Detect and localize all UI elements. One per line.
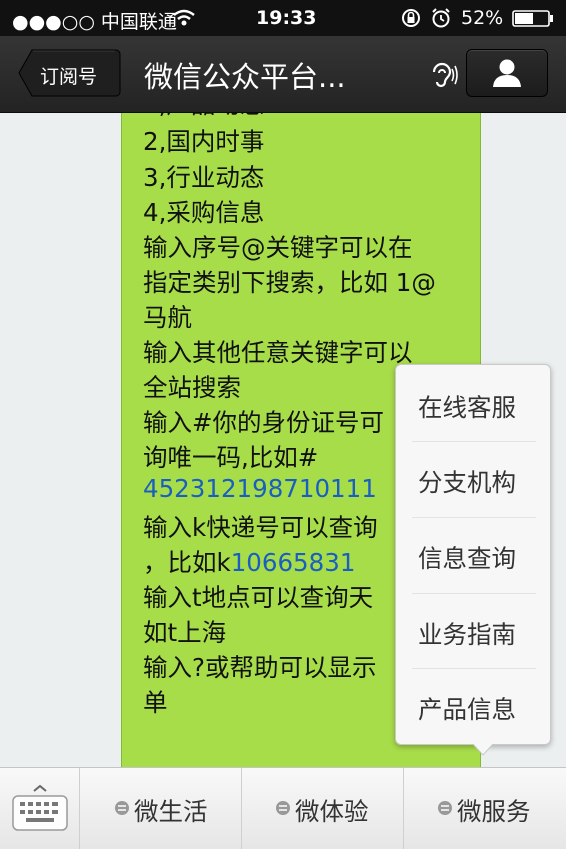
- message-line: 输入k快递号可以查询: [143, 513, 378, 542]
- keyboard-icon: [12, 784, 68, 831]
- nav-bar: 订阅号 微信公众平台...: [0, 36, 566, 113]
- menu-item-label: 产品信息: [418, 695, 516, 724]
- message-line: 如t上海: [143, 618, 227, 647]
- battery-percent: 52%: [461, 7, 504, 29]
- menu-item-label: 业务指南: [418, 620, 516, 649]
- message-text: ，比如k: [143, 548, 231, 577]
- menu-pointer-arrow: [473, 744, 493, 756]
- id-number-link[interactable]: 452312198710111: [143, 474, 377, 503]
- service-menu-popup: 在线客服 分支机构 信息查询 业务指南 产品信息: [395, 364, 551, 745]
- tab-wei-life[interactable]: 微生活: [80, 768, 240, 849]
- menu-icon: [276, 801, 290, 815]
- tab-wei-service[interactable]: 微服务: [404, 768, 566, 849]
- keyboard-toggle-button[interactable]: [0, 768, 79, 849]
- message-line: 输入?或帮助可以显示: [143, 653, 377, 682]
- message-line: 输入其他任意关键字可以: [143, 338, 413, 367]
- message-line: 输入#你的身份证号可: [143, 408, 385, 437]
- back-label: 订阅号: [40, 66, 98, 88]
- wifi-icon: [173, 9, 195, 26]
- carrier-label: ●●●○○ 中国联通: [12, 11, 177, 33]
- status-bar: ●●●○○ 中国联通 19:33 52%: [0, 0, 566, 36]
- battery-icon: [512, 10, 553, 27]
- menu-item-label: 信息查询: [418, 544, 516, 573]
- message-line: 输入序号@关键字可以在: [143, 233, 413, 262]
- tracking-number-link[interactable]: 10665831: [231, 548, 356, 577]
- alarm-icon: [432, 8, 450, 28]
- message-line: 输入t地点可以查询天: [143, 583, 374, 612]
- menu-item-label: 在线客服: [418, 393, 516, 422]
- rotation-lock-icon: [402, 9, 420, 27]
- page-title: 微信公众平台...: [144, 60, 346, 94]
- earpiece-mode-icon: [432, 62, 458, 88]
- bottom-menu-bar: 微生活 微体验 微服务: [0, 767, 566, 849]
- menu-icon: [438, 801, 452, 815]
- back-button[interactable]: 订阅号: [18, 49, 121, 97]
- tab-label: 微生活: [134, 797, 208, 826]
- message-line: 4,采购信息: [143, 198, 265, 227]
- message-line: 3,行业动态: [143, 163, 265, 192]
- clock: 19:33: [256, 7, 317, 29]
- person-icon: [493, 59, 521, 87]
- message-line: 马航: [143, 303, 192, 332]
- tab-label: 微服务: [457, 797, 531, 826]
- menu-item-info-query[interactable]: 信息查询: [396, 518, 550, 593]
- message-line: 全站搜索: [143, 373, 241, 402]
- message-line: 单: [143, 688, 168, 717]
- message-line-partial: 1,产品动态: [143, 113, 264, 121]
- message-line: ，比如k10665831: [143, 544, 355, 579]
- menu-icon: [115, 801, 129, 815]
- message-line: 询唯一码,比如#: [143, 443, 319, 472]
- tab-label: 微体验: [295, 797, 369, 826]
- menu-item-product-info[interactable]: 产品信息: [396, 669, 550, 744]
- menu-item-branches[interactable]: 分支机构: [396, 442, 550, 517]
- profile-button[interactable]: [466, 49, 548, 97]
- menu-item-label: 分支机构: [418, 468, 516, 497]
- menu-item-online-service[interactable]: 在线客服: [396, 367, 550, 442]
- message-line: 2,国内时事: [143, 127, 265, 156]
- tab-wei-experience[interactable]: 微体验: [242, 768, 402, 849]
- message-line: 指定类别下搜索，比如 1@: [143, 268, 436, 297]
- menu-item-business-guide[interactable]: 业务指南: [396, 594, 550, 669]
